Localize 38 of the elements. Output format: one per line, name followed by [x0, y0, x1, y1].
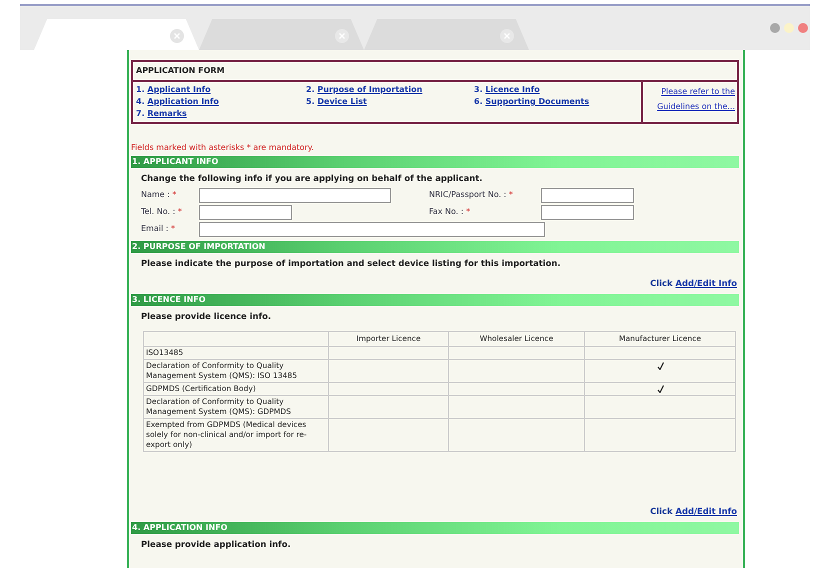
section-link[interactable]: 5. Device List — [306, 96, 474, 108]
section-header: 1. APPLICANT INFO — [131, 156, 739, 168]
window-dot[interactable] — [784, 23, 794, 33]
input-field[interactable] — [541, 204, 634, 220]
close-icon[interactable] — [500, 29, 514, 43]
window-dot[interactable] — [798, 23, 808, 33]
close-icon[interactable] — [170, 29, 184, 43]
section-instruction: Please provide application info. — [140, 538, 292, 552]
input-field[interactable] — [541, 188, 634, 203]
section-link[interactable]: 3. Licence Info — [474, 84, 638, 96]
mandatory-note: Fields marked with asterisks * are mandatory. — [131, 142, 315, 154]
field-label: NRIC/Passport No. : * — [429, 189, 514, 202]
click-label: Click — [650, 506, 674, 516]
field-label: Fax No. : * — [429, 206, 472, 218]
input-field[interactable] — [199, 222, 545, 237]
add-edit-info-link[interactable]: Add/Edit Info — [675, 278, 737, 288]
section-header: 2. PURPOSE OF IMPORTATION — [131, 240, 739, 253]
section-header: 4. APPLICATION INFO — [131, 522, 739, 534]
section-link[interactable]: 1. Applicant Info — [136, 84, 306, 96]
guidelines-link[interactable]: Please refer to the Guidelines on the... — [641, 82, 737, 122]
close-icon[interactable] — [335, 29, 349, 43]
section-header: 3. LICENCE INFO — [131, 294, 739, 306]
field-label: Email : * — [141, 223, 176, 236]
section-link[interactable]: 7. Remarks — [136, 108, 306, 120]
field-label: Tel. No. : * — [141, 206, 183, 218]
add-edit-info-link[interactable]: Add/Edit Info — [675, 506, 737, 516]
section-link[interactable]: 4. Application Info — [136, 96, 306, 108]
click-label: Click — [650, 278, 674, 288]
section-instruction: Change the following info if you are applying on behalf of the applicant. — [140, 172, 484, 185]
form-title: APPLICATION FORM — [133, 62, 737, 82]
section-instruction: Please indicate the purpose of importation and select device listing for this importation. — [140, 256, 562, 270]
input-field[interactable] — [199, 188, 391, 203]
input-field[interactable] — [199, 204, 292, 220]
section-instruction: Please provide licence info. — [140, 310, 272, 323]
window-dot[interactable] — [770, 23, 780, 33]
section-link[interactable]: 2. Purpose of Importation — [306, 84, 474, 96]
section-link[interactable]: 6. Supporting Documents — [474, 96, 638, 108]
field-label: Name : * — [141, 189, 178, 202]
